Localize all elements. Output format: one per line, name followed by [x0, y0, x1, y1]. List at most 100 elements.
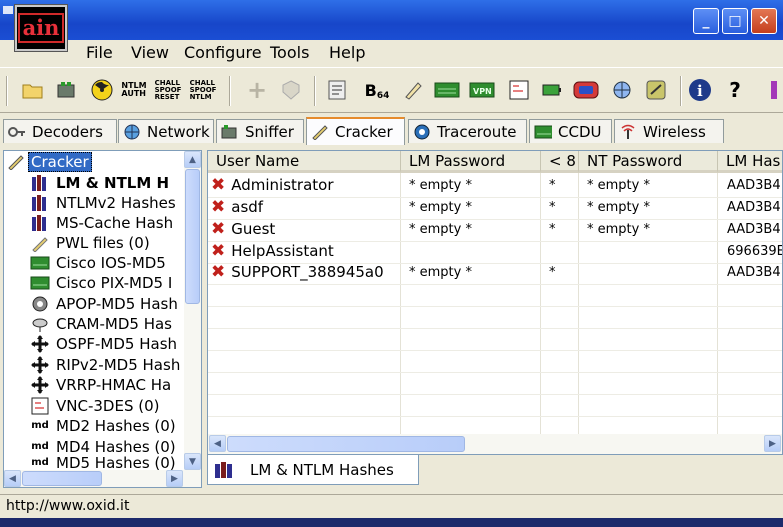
menu-help[interactable]: Help	[329, 43, 365, 62]
tree-item-ospf[interactable]: OSPF-MD5 Hash	[30, 334, 177, 354]
scroll-right-arrow-icon[interactable]: ▶	[166, 470, 183, 487]
nt-password-cell: * empty *	[587, 200, 650, 215]
tree-item-label: Cisco IOS-MD5	[56, 254, 166, 272]
battery-icon[interactable]	[539, 77, 565, 103]
tree-root[interactable]: Cracker	[6, 152, 92, 172]
column-lm-hash[interactable]: LM Has	[718, 151, 782, 173]
pen-icon[interactable]	[400, 77, 426, 103]
tree-item-ntlmv2[interactable]: NTLMv2 Hashes	[30, 193, 176, 213]
ntlm-auth-button[interactable]: NTLM AUTH	[121, 77, 147, 103]
tree-vertical-scrollbar[interactable]: ▲ ▼	[184, 151, 201, 470]
sniffer-scan-icon[interactable]	[609, 77, 635, 103]
tree-item-cisco-ios[interactable]: Cisco IOS-MD5	[30, 253, 166, 273]
scroll-thumb[interactable]	[185, 169, 200, 304]
traceroute-icon	[413, 124, 431, 140]
tree-item-cisco-pix[interactable]: Cisco PIX-MD5 I	[30, 273, 172, 293]
decode-icon[interactable]	[324, 77, 350, 103]
tree-item-pwl[interactable]: PWL files (0)	[30, 233, 150, 253]
tree-item-apop[interactable]: APOP-MD5 Hash	[30, 294, 178, 314]
table-row-user[interactable]: ✖ Administrator	[208, 175, 400, 196]
base64-button[interactable]: B 64	[364, 77, 390, 103]
scroll-left-arrow-icon[interactable]: ◀	[4, 470, 21, 487]
tree-item-lm-ntlm[interactable]: LM & NTLM H	[30, 173, 169, 193]
cracker-tree: Cracker LM & NTLM H NTLMv2 Hashes MS-Cac…	[3, 150, 202, 488]
scroll-left-arrow-icon[interactable]: ◀	[209, 435, 226, 452]
menu-tools[interactable]: Tools	[270, 43, 309, 62]
user-name: asdf	[231, 198, 264, 216]
tab-label: Decoders	[32, 122, 103, 141]
books-icon	[30, 174, 50, 192]
tab-label: CCDU	[558, 122, 602, 141]
cisco-icon	[30, 254, 50, 272]
lm-hash-cell: AAD3B4	[727, 222, 781, 237]
network-adapter-icon[interactable]	[54, 77, 80, 103]
toolbar-grip	[6, 76, 8, 106]
lm-hash-cell: AAD3B4	[727, 200, 781, 215]
info-icon[interactable]: i	[687, 77, 713, 103]
lsa-icon[interactable]	[434, 77, 460, 103]
table-row-user[interactable]: ✖ asdf	[208, 197, 400, 218]
radioactive-icon[interactable]	[89, 77, 115, 103]
tree-item-label: MD5 Hashes (0)	[56, 456, 176, 470]
scroll-right-arrow-icon[interactable]: ▶	[764, 435, 781, 452]
user-name: Administrator	[231, 176, 334, 194]
tree-horizontal-scrollbar[interactable]: ◀ ▶	[4, 470, 201, 487]
table-row-user[interactable]: ✖ SUPPORT_388945a0	[208, 262, 400, 283]
chall-spoof-reset-button[interactable]: CHALL SPOOF RESET	[155, 77, 182, 103]
system-menu-icon[interactable]	[3, 6, 13, 14]
menu-file[interactable]: File	[86, 43, 113, 62]
lm-hash-cell: AAD3B4	[727, 265, 781, 280]
tab-ccdu[interactable]: CCDU	[529, 119, 612, 143]
scroll-thumb[interactable]	[227, 436, 465, 452]
scroll-up-arrow-icon[interactable]: ▲	[184, 151, 201, 168]
tab-decoders[interactable]: Decoders	[3, 119, 117, 143]
tree-item-vnc[interactable]: VNC-3DES (0)	[30, 396, 159, 416]
vnc-icon[interactable]	[506, 77, 532, 103]
tree-item-md2[interactable]: md MD2 Hashes (0)	[30, 416, 175, 436]
extra-tool-icon[interactable]	[760, 77, 783, 103]
tab-network[interactable]: Network	[118, 119, 214, 143]
database-icon[interactable]	[573, 77, 599, 103]
minimize-button[interactable]: _	[693, 8, 719, 34]
tab-cracker[interactable]: Cracker	[306, 117, 405, 145]
open-folder-icon[interactable]	[20, 77, 46, 103]
tree-item-label: PWL files (0)	[56, 234, 150, 252]
cisco-icon	[30, 274, 50, 292]
certificate-icon[interactable]	[278, 77, 304, 103]
globe-icon	[123, 124, 141, 140]
hash-calculator-icon[interactable]	[643, 77, 669, 103]
scroll-down-arrow-icon[interactable]: ▼	[184, 453, 201, 470]
tree-item-label: OSPF-MD5 Hash	[56, 335, 178, 353]
column-lm-password[interactable]: LM Password	[401, 151, 541, 173]
x-mark-icon: ✖	[211, 262, 226, 282]
pwl-icon	[30, 234, 50, 252]
tree-item-vrrp[interactable]: VRRP-HMAC Ha	[30, 375, 171, 395]
add-icon[interactable]: +	[244, 76, 270, 104]
grid-horizontal-scrollbar[interactable]: ◀ ▶	[208, 434, 782, 454]
tab-wireless[interactable]: Wireless	[614, 119, 724, 143]
tab-lm-ntlm-hashes[interactable]: LM & NTLM Hashes	[207, 455, 419, 485]
tree-item-cram[interactable]: CRAM-MD5 Has	[30, 314, 172, 334]
tree-item-md4[interactable]: md MD4 Hashes (0)	[30, 437, 175, 457]
table-row-user[interactable]: ✖ HelpAssistant	[208, 241, 400, 262]
maximize-button[interactable]: □	[722, 8, 748, 34]
scroll-thumb[interactable]	[22, 471, 102, 486]
column-user-name[interactable]: User Name	[208, 151, 401, 173]
vpn-icon[interactable]: VPN	[469, 77, 495, 103]
close-button[interactable]: ✕	[751, 8, 777, 34]
column-less-than-8[interactable]: < 8	[541, 151, 579, 173]
lt8-cell: *	[549, 222, 556, 237]
column-nt-password[interactable]: NT Password	[579, 151, 718, 173]
help-icon[interactable]: ?	[722, 77, 748, 103]
nt-password-cell: * empty *	[587, 222, 650, 237]
chall-spoof-ntlm-button[interactable]: CHALL SPOOF NTLM	[190, 77, 217, 103]
menu-view[interactable]: View	[131, 43, 169, 62]
tab-traceroute[interactable]: Traceroute	[408, 119, 527, 143]
menu-configure[interactable]: Configure	[184, 43, 262, 62]
tree-item-md5[interactable]: md MD5 Hashes (0)	[30, 456, 176, 470]
tree-item-ripv2[interactable]: RIPv2-MD5 Hash	[30, 355, 180, 375]
tab-sniffer[interactable]: Sniffer	[216, 119, 304, 143]
table-row-user[interactable]: ✖ Guest	[208, 219, 400, 240]
lm-password-cell: * empty *	[409, 222, 472, 237]
tree-item-ms-cache[interactable]: MS-Cache Hash	[30, 213, 173, 233]
